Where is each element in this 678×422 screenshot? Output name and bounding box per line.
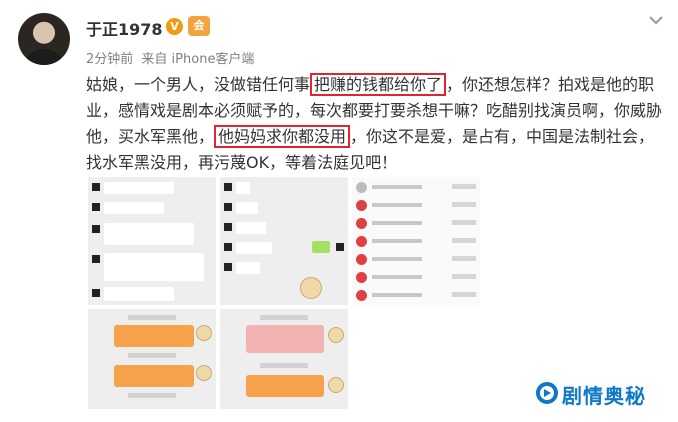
author-name[interactable]: 于正1978 <box>86 16 163 40</box>
watermark-text: 剧情奥秘 <box>562 384 646 408</box>
red-packet-card <box>246 325 324 353</box>
chat-bubble <box>236 262 260 274</box>
image-thumbnail[interactable] <box>88 177 216 305</box>
highlighted-phrase: 他妈妈求你都没用 <box>214 125 351 148</box>
chat-avatar <box>92 203 100 211</box>
chat-avatar <box>224 183 232 191</box>
image-thumbnail[interactable] <box>352 177 480 305</box>
chat-bubble <box>104 253 204 281</box>
play-circle-icon <box>536 382 558 404</box>
timestamp <box>128 315 176 320</box>
transfer-card <box>246 375 324 397</box>
chat-avatar <box>224 263 232 271</box>
chat-bubble <box>312 241 330 253</box>
sender-avatar <box>328 327 344 343</box>
list-item <box>356 217 476 231</box>
chat-avatar <box>224 243 232 251</box>
chat-bubble <box>236 222 266 234</box>
verified-badge: V <box>166 18 183 35</box>
chat-avatar <box>224 223 232 231</box>
chat-bubble <box>104 287 174 301</box>
chat-avatar <box>92 289 100 297</box>
timestamp <box>260 315 308 320</box>
chat-bubble <box>104 202 164 214</box>
list-item <box>356 181 476 195</box>
image-thumbnail[interactable] <box>220 177 348 305</box>
chat-avatar <box>92 183 100 191</box>
chat-avatar <box>92 225 100 233</box>
highlighted-phrase: 把赚的钱都给你了 <box>310 73 447 96</box>
image-thumbnail[interactable] <box>220 309 348 409</box>
post-text: 姑娘，一个男人，没做错任何事 把赚的钱都给你了 ，你还想怎样？拍戏是他的职业，感情戏… <box>86 72 666 176</box>
post-text-part: 姑娘，一个男人，没做错任何事 <box>86 75 311 94</box>
transfer-card <box>114 365 194 387</box>
chat-avatar <box>224 203 232 211</box>
timestamp <box>128 353 176 358</box>
chat-avatar <box>336 243 344 251</box>
sticker-face <box>300 277 322 299</box>
chat-bubble <box>236 182 250 194</box>
transfer-card <box>114 325 194 347</box>
list-item <box>356 235 476 249</box>
post-meta: 2分钟前 来自 iPhone客户端 <box>86 48 254 67</box>
chat-bubble <box>236 202 258 214</box>
list-item <box>356 271 476 285</box>
post-source[interactable]: 来自 iPhone客户端 <box>141 52 254 67</box>
sender-avatar <box>196 325 212 341</box>
list-item <box>356 253 476 267</box>
timestamp <box>128 393 176 398</box>
sender-avatar <box>196 365 212 381</box>
sender-avatar <box>328 377 344 393</box>
author-avatar[interactable] <box>18 13 70 65</box>
chat-bubble <box>104 182 174 194</box>
image-thumbnail[interactable] <box>88 309 216 409</box>
chat-avatar <box>92 255 100 263</box>
list-item <box>356 289 476 303</box>
timestamp <box>260 363 308 368</box>
chat-bubble <box>104 223 194 245</box>
post-time: 2分钟前 <box>86 52 134 67</box>
vip-badge: 会 <box>188 16 210 36</box>
list-item <box>356 199 476 213</box>
chat-bubble <box>236 242 272 254</box>
more-options-icon[interactable] <box>648 14 664 26</box>
